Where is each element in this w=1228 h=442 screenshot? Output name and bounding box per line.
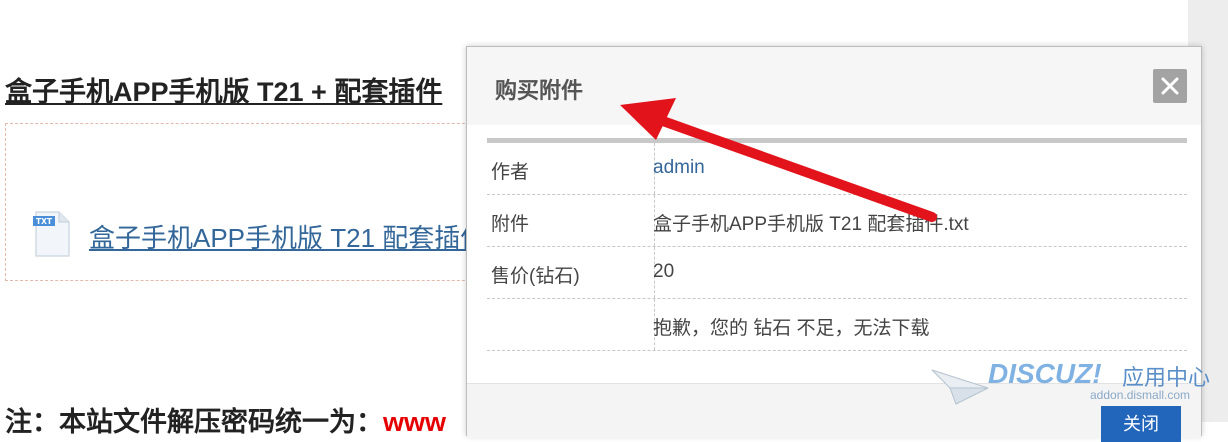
watermark-url: addon.dismall.com [1090,388,1191,402]
paper-plane-icon [931,369,989,405]
watermark-brand: DISCUZ! [988,358,1102,389]
discuz-watermark: DISCUZ! 应用中心 addon.dismall.com [930,356,1220,416]
